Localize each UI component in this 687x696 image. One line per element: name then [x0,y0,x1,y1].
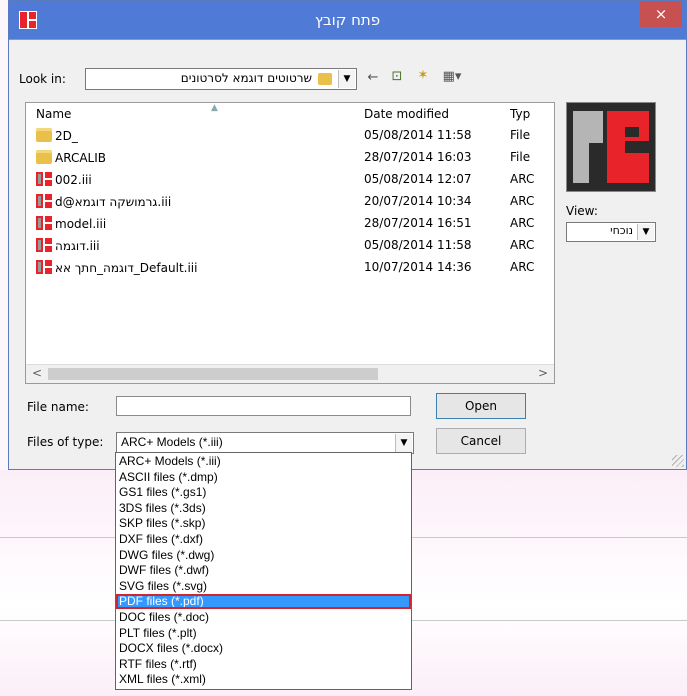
arc-file-icon [36,216,52,230]
file-type-option[interactable]: ASCII files (*.dmp) [116,470,411,485]
file-type-option[interactable]: PDF files (*.pdf) [116,594,411,609]
file-name: 2D_ [36,128,78,143]
column-header-date[interactable]: Date modified [364,107,449,121]
new-folder-icon[interactable]: ✶ [413,68,433,83]
file-name: ARCALIB [36,150,106,165]
file-row[interactable]: d@גרמושקה דוגמא.iii 20/07/2014 10:34 ARC [26,191,554,213]
file-date: 05/08/2014 11:58 [364,238,472,252]
scrollbar-thumb[interactable] [48,368,378,380]
file-list[interactable]: Name ▲ Date modified Typ 2D_ 05/08/2014 1… [25,102,555,384]
file-date: 05/08/2014 11:58 [364,128,472,142]
preview-logo-icon [567,103,655,191]
file-type-dropdown[interactable]: ARC+ Models (*.iii) ASCII files (*.dmp) GS… [115,452,412,690]
sort-arrow-icon: ▲ [211,103,218,113]
file-type: ARC [510,172,535,186]
view-value: נוכחי [610,224,633,237]
file-name-text: model.iii [55,217,107,231]
chevron-down-icon[interactable]: ▼ [395,434,412,452]
file-date: 28/07/2014 16:03 [364,150,472,164]
look-in-combo[interactable]: שרטוטים דוגמא לסרטונים ▼ [85,68,357,90]
look-in-value: שרטוטים דוגמא לסרטונים [180,71,312,85]
horizontal-scrollbar[interactable]: < > [26,364,554,383]
open-button[interactable]: Open [436,393,526,419]
file-name-label: File name: [27,400,89,414]
file-type-option[interactable]: PLT files (*.plt) [116,626,411,641]
view-menu-icon[interactable]: ▦▾ [439,69,465,84]
file-type-option[interactable]: XML files (*.xml) [116,672,411,687]
file-name-input[interactable] [116,396,411,416]
file-type: ARC [510,194,535,208]
files-of-type-value: ARC+ Models (*.iii) [121,435,223,449]
file-name-text: d@גרמושקה דוגמא.iii [55,195,172,209]
file-name-text: דוגמה.iii [55,239,100,253]
file-type-option[interactable]: GS1 files (*.gs1) [116,485,411,500]
scroll-left-icon[interactable]: < [32,366,42,380]
chevron-down-icon[interactable]: ▼ [637,224,654,240]
file-name: d@גרמושקה דוגמא.iii [36,194,171,209]
title-bar[interactable]: פתח קובץ × [9,1,686,39]
file-type: File [510,150,531,164]
folder-icon [36,128,52,142]
files-of-type-label: Files of type: [27,435,104,449]
file-name: model.iii [36,216,106,231]
folder-icon [318,73,332,85]
file-type: ARC [510,216,535,230]
file-type-option[interactable]: ARC+ Models (*.iii) [116,454,411,469]
file-type: File [510,128,531,142]
arc-file-icon [36,194,52,208]
file-date: 10/07/2014 14:36 [364,260,472,274]
file-name-text: 002.iii [55,173,92,187]
look-in-label: Look in: [19,72,66,86]
file-date: 05/08/2014 12:07 [364,172,472,186]
file-type-option[interactable]: DXF files (*.dxf) [116,532,411,547]
file-type-option[interactable]: DOCX files (*.docx) [116,641,411,656]
file-row[interactable]: ARCALIB 28/07/2014 16:03 File [26,147,554,169]
file-date: 20/07/2014 10:34 [364,194,472,208]
file-name: 002.iii [36,172,92,187]
file-name-text: 2D_ [55,129,78,143]
dialog-body: Look in: שרטוטים דוגמא לסרטונים ▼ ← ⊡ ✶ … [9,39,686,469]
file-name: דוגמה.iii [36,238,100,253]
cancel-button[interactable]: Cancel [436,428,526,454]
file-name-text: ARCALIB [55,151,106,165]
up-folder-icon[interactable]: ⊡ [387,69,407,84]
column-header-type[interactable]: Typ [510,107,530,121]
file-name: דוגמה_חתך אא_Default.iii [36,260,197,275]
folder-icon [36,150,52,164]
open-file-dialog: פתח קובץ × Look in: שרטוטים דוגמא לסרטונ… [8,0,687,470]
file-row[interactable]: דוגמה.iii 05/08/2014 11:58 ARC [26,235,554,257]
file-row[interactable]: דוגמה_חתך אא_Default.iii 10/07/2014 14:36… [26,257,554,279]
file-type-option[interactable]: DWG files (*.dwg) [116,548,411,563]
file-row[interactable]: 002.iii 05/08/2014 12:07 ARC [26,169,554,191]
file-type-option[interactable]: DWF files (*.dwf) [116,563,411,578]
arc-file-icon [36,260,52,274]
window-title: פתח קובץ [314,11,381,29]
file-type-option[interactable]: DOC files (*.doc) [116,610,411,625]
scroll-right-icon[interactable]: > [538,366,548,380]
back-icon[interactable]: ← [364,70,382,85]
file-row[interactable]: model.iii 28/07/2014 16:51 ARC [26,213,554,235]
file-date: 28/07/2014 16:51 [364,216,472,230]
file-row[interactable]: 2D_ 05/08/2014 11:58 File [26,125,554,147]
file-type: ARC [510,260,535,274]
file-type-option[interactable]: RTF files (*.rtf) [116,657,411,672]
arc-file-icon [36,172,52,186]
view-label: View: [566,204,598,218]
file-name-text: דוגמה_חתך אא_Default.iii [55,261,198,275]
preview-thumbnail [566,102,656,192]
close-button[interactable]: × [640,1,682,27]
file-type: ARC [510,238,535,252]
files-of-type-combo[interactable]: ARC+ Models (*.iii) ▼ [116,432,414,454]
arc-file-icon [36,238,52,252]
chevron-down-icon[interactable]: ▼ [338,70,355,88]
view-combo[interactable]: נוכחי ▼ [566,222,656,242]
file-type-option[interactable]: SKP files (*.skp) [116,516,411,531]
resize-grip-icon[interactable] [672,455,684,467]
column-header-name[interactable]: Name [36,107,71,121]
file-type-option[interactable]: SVG files (*.svg) [116,579,411,594]
file-type-option[interactable]: 3DS files (*.3ds) [116,501,411,516]
